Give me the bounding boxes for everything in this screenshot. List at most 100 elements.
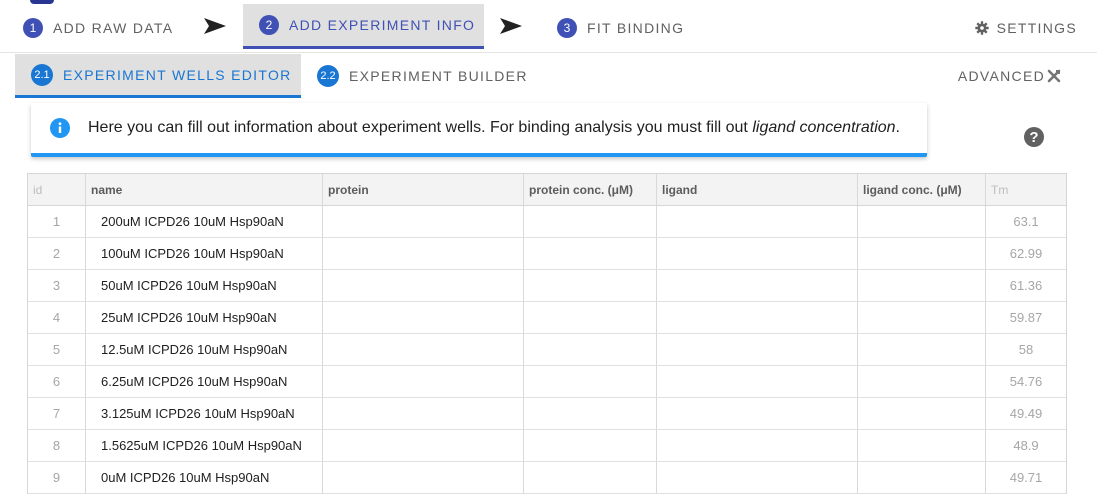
table-row: 5 12.5uM ICPD26 10uM Hsp90aN 58 <box>28 334 1066 366</box>
cell-id: 1 <box>28 206 86 237</box>
cell-protein-conc[interactable] <box>524 238 657 269</box>
alert-text: Here you can fill out information about … <box>88 119 753 136</box>
cell-id: 4 <box>28 302 86 333</box>
cell-name[interactable]: 200uM ICPD26 10uM Hsp90aN <box>86 206 323 237</box>
step-add-raw-data[interactable]: 1 ADD RAW DATA <box>23 4 173 52</box>
cell-protein[interactable] <box>323 430 524 461</box>
cell-name[interactable]: 50uM ICPD26 10uM Hsp90aN <box>86 270 323 301</box>
cell-protein-conc[interactable] <box>524 430 657 461</box>
cell-protein-conc[interactable] <box>524 302 657 333</box>
cell-protein-conc[interactable] <box>524 334 657 365</box>
cell-ligand-conc[interactable] <box>858 302 986 333</box>
table-row: 4 25uM ICPD26 10uM Hsp90aN 59.87 <box>28 302 1066 334</box>
cell-protein-conc[interactable] <box>524 366 657 397</box>
cell-tm: 62.99 <box>1009 246 1043 261</box>
alert-message: Here you can fill out information about … <box>88 119 900 137</box>
cell-protein-conc[interactable] <box>524 206 657 237</box>
cell-name[interactable]: 1.5625uM ICPD26 10uM Hsp90aN <box>86 430 323 461</box>
cell-protein[interactable] <box>323 462 524 493</box>
cell-ligand[interactable] <box>657 430 858 461</box>
alert-end: . <box>895 119 900 136</box>
cell-ligand[interactable] <box>657 334 858 365</box>
cell-ligand[interactable] <box>657 302 858 333</box>
settings-label: SETTINGS <box>996 20 1077 36</box>
next-arrow-icon <box>500 18 522 34</box>
cell-ligand[interactable] <box>657 366 858 397</box>
tab-experiment-wells-editor[interactable]: 2.1 EXPERIMENT WELLS EDITOR <box>15 54 301 98</box>
step-number: 3 <box>557 18 577 38</box>
table-header-row: id name protein protein conc. (μM) ligan… <box>28 174 1066 206</box>
cell-ligand[interactable] <box>657 270 858 301</box>
cell-protein-conc[interactable] <box>524 462 657 493</box>
settings-button[interactable]: SETTINGS <box>974 4 1077 52</box>
cell-id: 5 <box>28 334 86 365</box>
table-row: 2 100uM ICPD26 10uM Hsp90aN 62.99 <box>28 238 1066 270</box>
cell-ligand-conc[interactable] <box>858 334 986 365</box>
cell-tm: 49.71 <box>1009 470 1043 485</box>
info-icon <box>50 118 70 138</box>
stepper-bar: 1 ADD RAW DATA 2 ADD EXPERIMENT INFO 3 F… <box>0 0 1097 53</box>
cell-ligand-conc[interactable] <box>858 270 986 301</box>
table-row: 8 1.5625uM ICPD26 10uM Hsp90aN 48.9 <box>28 430 1066 462</box>
table-row: 7 3.125uM ICPD26 10uM Hsp90aN 49.49 <box>28 398 1066 430</box>
cell-ligand-conc[interactable] <box>858 238 986 269</box>
cell-name[interactable]: 3.125uM ICPD26 10uM Hsp90aN <box>86 398 323 429</box>
table-row: 1 200uM ICPD26 10uM Hsp90aN 63.1 <box>28 206 1066 238</box>
tab-number: 2.1 <box>31 63 53 86</box>
tab-label: EXPERIMENT WELLS EDITOR <box>63 66 292 83</box>
cell-tm: 59.87 <box>1009 310 1043 325</box>
cell-name[interactable]: 100uM ICPD26 10uM Hsp90aN <box>86 238 323 269</box>
header-ligand: ligand <box>657 174 858 205</box>
cell-protein-conc[interactable] <box>524 270 657 301</box>
cell-tm: 54.76 <box>1009 374 1043 389</box>
experiment-wells-table: id name protein protein conc. (μM) ligan… <box>27 173 1067 494</box>
cell-ligand-conc[interactable] <box>858 430 986 461</box>
cell-protein[interactable] <box>323 366 524 397</box>
cell-protein-conc[interactable] <box>524 398 657 429</box>
header-ligand-conc: ligand conc. (μM) <box>858 174 986 205</box>
cell-id: 6 <box>28 366 86 397</box>
header-name: name <box>86 174 323 205</box>
cell-tm: 61.36 <box>1009 278 1043 293</box>
cell-tm: 48.9 <box>1013 438 1039 453</box>
header-id: id <box>28 174 86 205</box>
cell-ligand[interactable] <box>657 238 858 269</box>
cell-protein[interactable] <box>323 270 524 301</box>
help-icon[interactable]: ? <box>1024 127 1044 147</box>
table-row: 6 6.25uM ICPD26 10uM Hsp90aN 54.76 <box>28 366 1066 398</box>
advanced-label: ADVANCED <box>957 68 1045 84</box>
cell-protein[interactable] <box>323 398 524 429</box>
cell-name[interactable]: 6.25uM ICPD26 10uM Hsp90aN <box>86 366 323 397</box>
cell-protein[interactable] <box>323 238 524 269</box>
header-protein-conc: protein conc. (μM) <box>524 174 657 205</box>
cell-ligand[interactable] <box>657 206 858 237</box>
cell-name[interactable]: 25uM ICPD26 10uM Hsp90aN <box>86 302 323 333</box>
tools-icon <box>1047 69 1061 83</box>
tab-experiment-builder[interactable]: 2.2 EXPERIMENT BUILDER <box>317 54 528 98</box>
gear-icon <box>974 21 989 35</box>
cell-ligand[interactable] <box>657 398 858 429</box>
table-body: 1 200uM ICPD26 10uM Hsp90aN 63.1 2 100uM ICP… <box>28 206 1066 494</box>
step-fit-binding[interactable]: 3 FIT BINDING <box>557 4 684 52</box>
cell-ligand-conc[interactable] <box>858 206 986 237</box>
tab-number: 2.2 <box>317 65 339 87</box>
step-label: ADD RAW DATA <box>53 20 174 36</box>
step-add-experiment-info[interactable]: 2 ADD EXPERIMENT INFO <box>243 4 484 49</box>
cell-tm: 63.1 <box>1013 214 1039 229</box>
cell-ligand-conc[interactable] <box>858 398 986 429</box>
cell-ligand-conc[interactable] <box>858 366 986 397</box>
info-alert: Here you can fill out information about … <box>31 103 927 157</box>
cell-tm: 49.49 <box>1009 406 1043 421</box>
cell-name[interactable]: 0uM ICPD26 10uM Hsp90aN <box>86 462 323 493</box>
cell-id: 3 <box>28 270 86 301</box>
table-row: 3 50uM ICPD26 10uM Hsp90aN 61.36 <box>28 270 1066 302</box>
cell-ligand[interactable] <box>657 462 858 493</box>
cell-ligand-conc[interactable] <box>858 462 986 493</box>
cell-name[interactable]: 12.5uM ICPD26 10uM Hsp90aN <box>86 334 323 365</box>
advanced-button[interactable]: ADVANCED <box>958 54 1061 98</box>
cell-protein[interactable] <box>323 302 524 333</box>
cell-tm: 58 <box>1018 342 1034 357</box>
cell-protein[interactable] <box>323 206 524 237</box>
header-protein: protein <box>323 174 524 205</box>
cell-protein[interactable] <box>323 334 524 365</box>
